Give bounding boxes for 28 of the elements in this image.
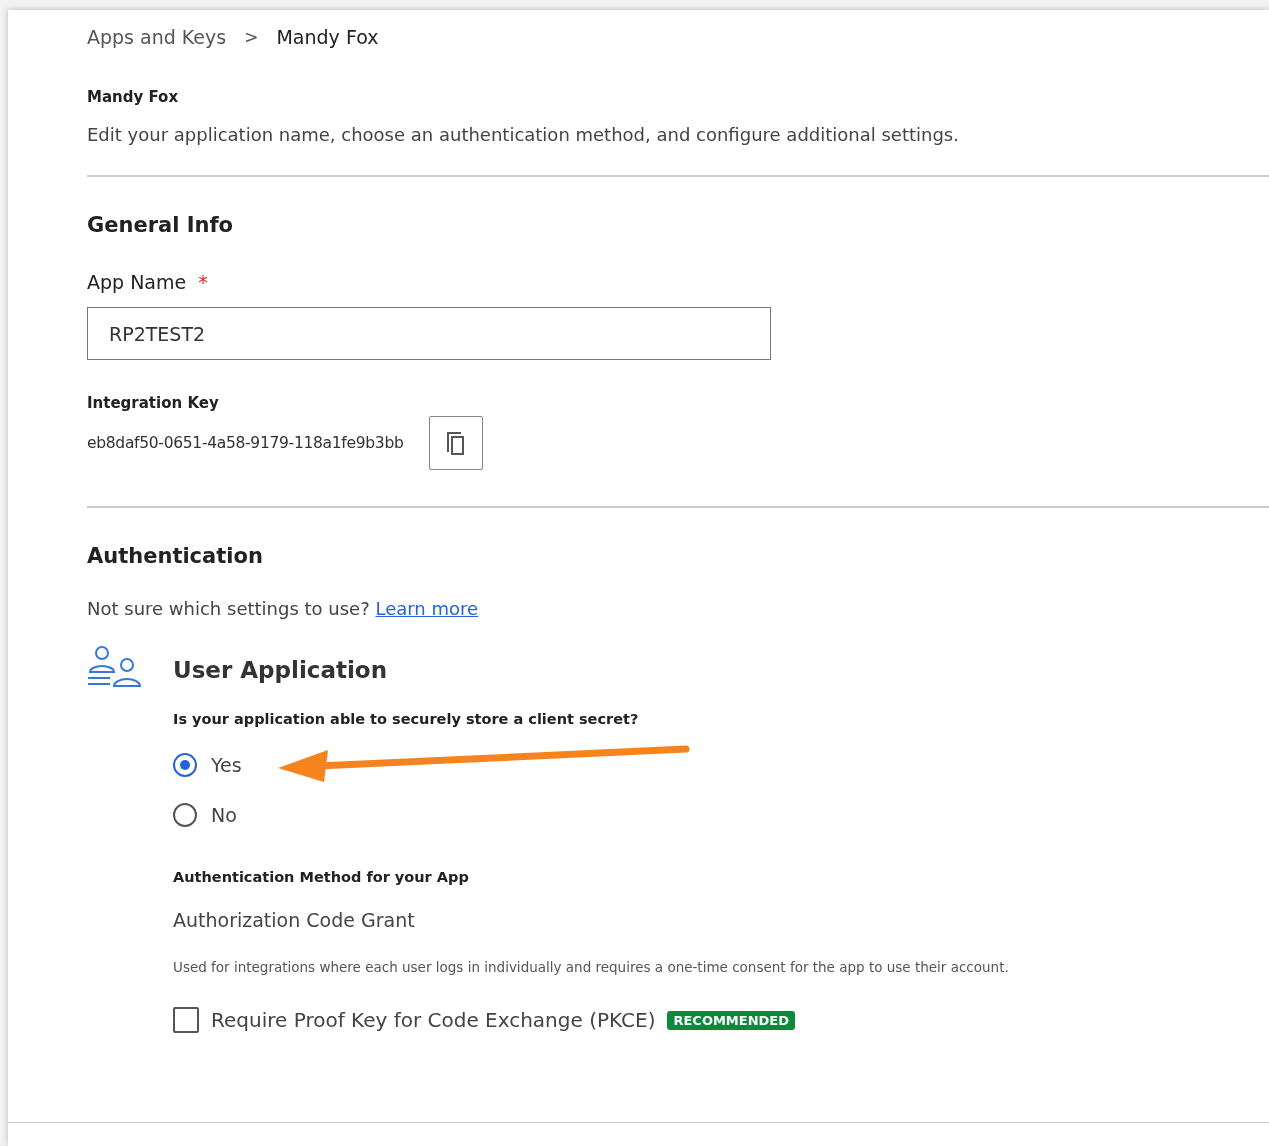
section-heading: General Info (87, 213, 235, 237)
radio-label[interactable]: No (211, 804, 237, 826)
radio-label[interactable]: Yes (211, 754, 242, 776)
users-icon (87, 645, 143, 689)
app-name-field[interactable]: RP2TEST2 (87, 307, 771, 360)
page-title: Mandy Fox (87, 88, 180, 106)
field-label: App Name (87, 271, 187, 293)
checkbox-label[interactable]: Require Proof Key for Code Exchange (PKCE) (211, 1008, 656, 1032)
required-mark: * (198, 271, 208, 293)
question-text: Is your application able to securely store a client secret? (173, 711, 640, 727)
checkbox[interactable] (173, 1007, 199, 1033)
page-description: Edit your application name, choose an authentication method, and configure additional settings. (87, 124, 960, 145)
help-text: Not sure which settings to use? Learn more (87, 598, 480, 619)
breadcrumb-separator: > (244, 27, 259, 47)
integration-key: eb8daf50-0651-4a58-9179-118a1fe9b3bb (87, 434, 404, 452)
field-label: Integration Key (87, 394, 220, 412)
app-type-title: User Application (173, 657, 389, 683)
learn-more-link[interactable]: Learn more (375, 598, 479, 619)
method-description: Used for integrations where each user logs in individually and requires a one-time consent for the app to use their account. (173, 959, 1009, 975)
field-label: Authentication Method for your App (173, 869, 470, 885)
radio-button[interactable] (173, 753, 197, 777)
method-name: Authorization Code Grant (173, 909, 416, 931)
breadcrumb-current: Mandy Fox (276, 26, 379, 48)
breadcrumb-link[interactable]: Apps and Keys (87, 26, 227, 48)
radio-button[interactable] (173, 803, 197, 827)
copy-button[interactable] (429, 416, 484, 470)
recommended-badge: RECOMMENDED (667, 1010, 796, 1030)
section-heading: Authentication (87, 544, 264, 568)
